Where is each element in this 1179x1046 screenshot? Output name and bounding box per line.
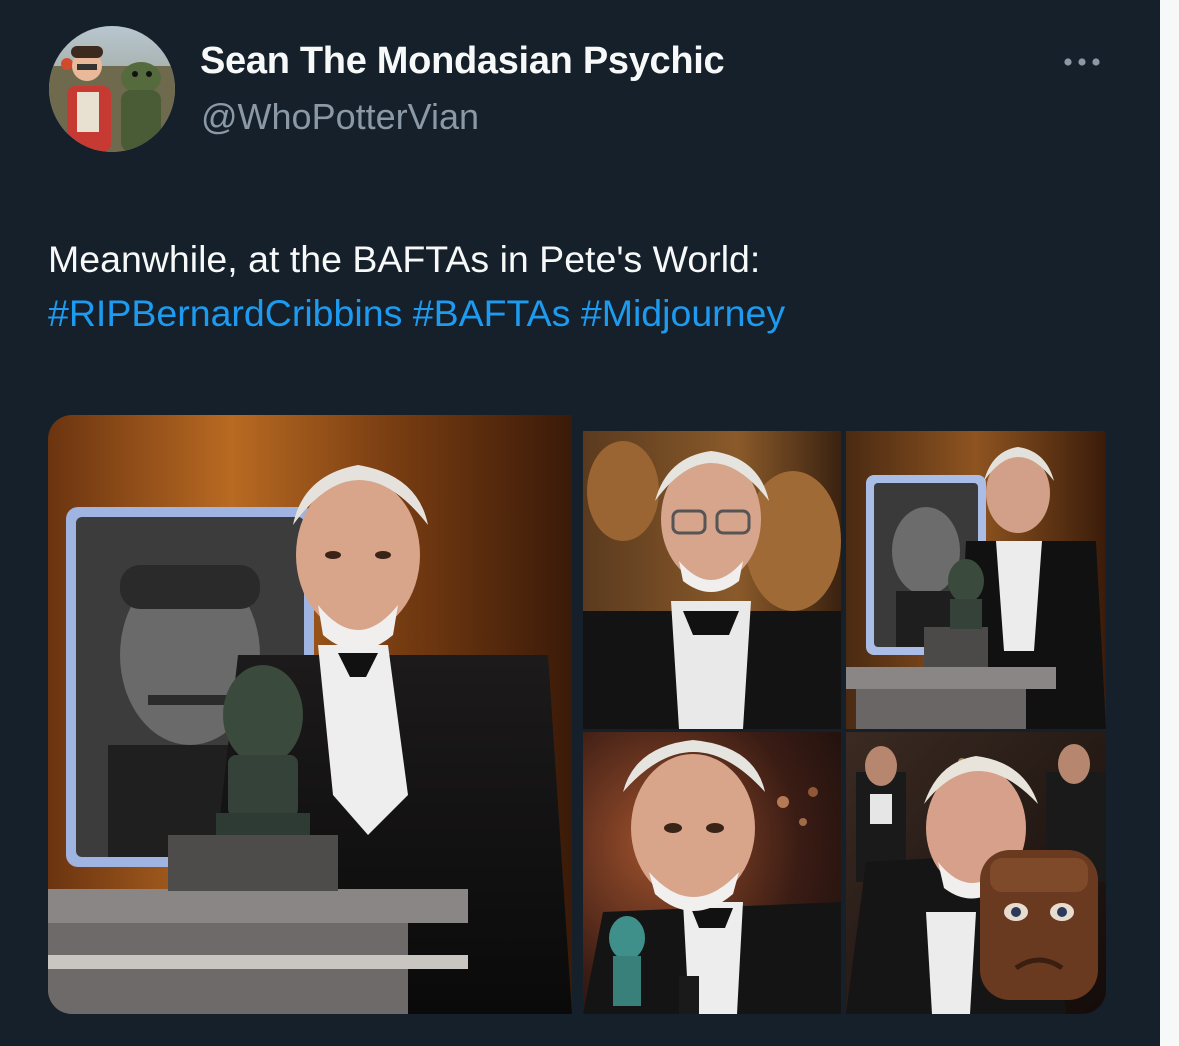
more-options-button[interactable] <box>1054 42 1110 82</box>
author-handle[interactable]: @WhoPotterVian <box>201 96 479 138</box>
tweet-page: Sean The Mondasian Psychic @WhoPotterVia… <box>0 0 1179 1046</box>
photo-image-icon <box>846 732 1106 1014</box>
hashtag-ripbernardcribbins[interactable]: #RIPBernardCribbins <box>48 292 402 334</box>
media-image-top-left[interactable] <box>583 431 841 729</box>
author-avatar[interactable] <box>49 26 175 152</box>
media-image-top-right[interactable] <box>846 431 1106 729</box>
tweet-text-line: Meanwhile, at the BAFTAs in Pete's World… <box>48 238 761 280</box>
photo-image-icon <box>48 415 572 1014</box>
profile-avatar-icon <box>49 26 175 152</box>
hashtag-line: #RIPBernardCribbins #BAFTAs #Midjourney <box>48 286 1128 340</box>
media-image-bottom-right[interactable] <box>846 732 1106 1014</box>
photo-image-icon <box>583 431 841 729</box>
hashtag-midjourney[interactable]: #Midjourney <box>581 292 785 334</box>
more-options-icon <box>1064 58 1100 66</box>
tweet-text: Meanwhile, at the BAFTAs in Pete's World… <box>48 232 1128 340</box>
media-image-main[interactable] <box>48 415 572 1014</box>
author-display-name[interactable]: Sean The Mondasian Psychic <box>200 40 725 83</box>
photo-image-icon <box>846 431 1106 729</box>
media-grid <box>48 415 1106 1014</box>
scrollbar-gutter <box>1160 0 1179 1046</box>
media-image-bottom-left[interactable] <box>583 732 841 1014</box>
photo-image-icon <box>583 732 841 1014</box>
hashtag-baftas[interactable]: #BAFTAs <box>413 292 571 334</box>
